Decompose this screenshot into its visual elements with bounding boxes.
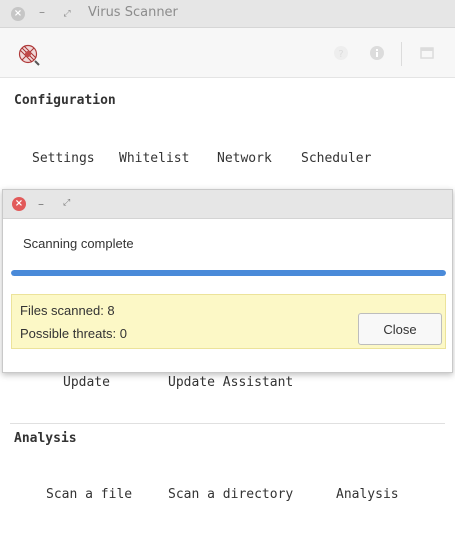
update-item[interactable]: Update — [63, 375, 110, 390]
whitelist-item[interactable]: Whitelist — [119, 151, 189, 166]
scan-progress-bar — [11, 270, 446, 276]
scheduler-item[interactable]: Scheduler — [301, 151, 371, 166]
possible-threats-text: Possible threats: 0 — [20, 326, 127, 341]
help-icon[interactable]: ? — [333, 45, 349, 61]
main-titlebar: × – ⤢ Virus Scanner — [0, 0, 455, 28]
analysis-title: Analysis — [14, 431, 77, 446]
scan-directory-item[interactable]: Scan a directory — [168, 487, 293, 502]
window-icon[interactable] — [419, 45, 435, 61]
window-minimize-button[interactable]: – — [35, 6, 49, 20]
dialog-close-icon[interactable]: × — [12, 197, 26, 211]
scan-progress-fill — [11, 270, 446, 276]
scan-file-item[interactable]: Scan a file — [46, 487, 132, 502]
dialog-maximize-icon[interactable]: ⤢ — [63, 198, 70, 208]
window-title: Virus Scanner — [88, 5, 178, 20]
help-icon-glyph: ? — [338, 49, 343, 60]
network-item[interactable]: Network — [217, 151, 272, 166]
configuration-title: Configuration — [14, 93, 116, 108]
toolbar-separator — [401, 42, 402, 66]
scan-status-text: Scanning complete — [23, 236, 134, 251]
virus-scanner-logo-icon — [18, 44, 40, 66]
analysis-item[interactable]: Analysis — [336, 487, 399, 502]
window-close-button[interactable]: × — [11, 7, 25, 21]
scan-result-dialog: × – ⤢ Scanning complete Files scanned: 8… — [2, 189, 453, 373]
section-divider — [10, 423, 445, 424]
close-button[interactable]: Close — [358, 313, 442, 345]
update-assistant-item[interactable]: Update Assistant — [168, 375, 293, 390]
dialog-minimize-icon[interactable]: – — [38, 197, 44, 211]
dialog-titlebar: × – ⤢ — [3, 190, 452, 219]
main-toolbar: ? — [0, 28, 455, 78]
info-icon[interactable] — [369, 45, 385, 61]
files-scanned-text: Files scanned: 8 — [20, 303, 115, 318]
settings-item[interactable]: Settings — [32, 151, 95, 166]
window-maximize-button[interactable]: ⤢ — [60, 7, 74, 21]
scan-result-panel: Files scanned: 8 Possible threats: 0 Clo… — [11, 294, 446, 349]
